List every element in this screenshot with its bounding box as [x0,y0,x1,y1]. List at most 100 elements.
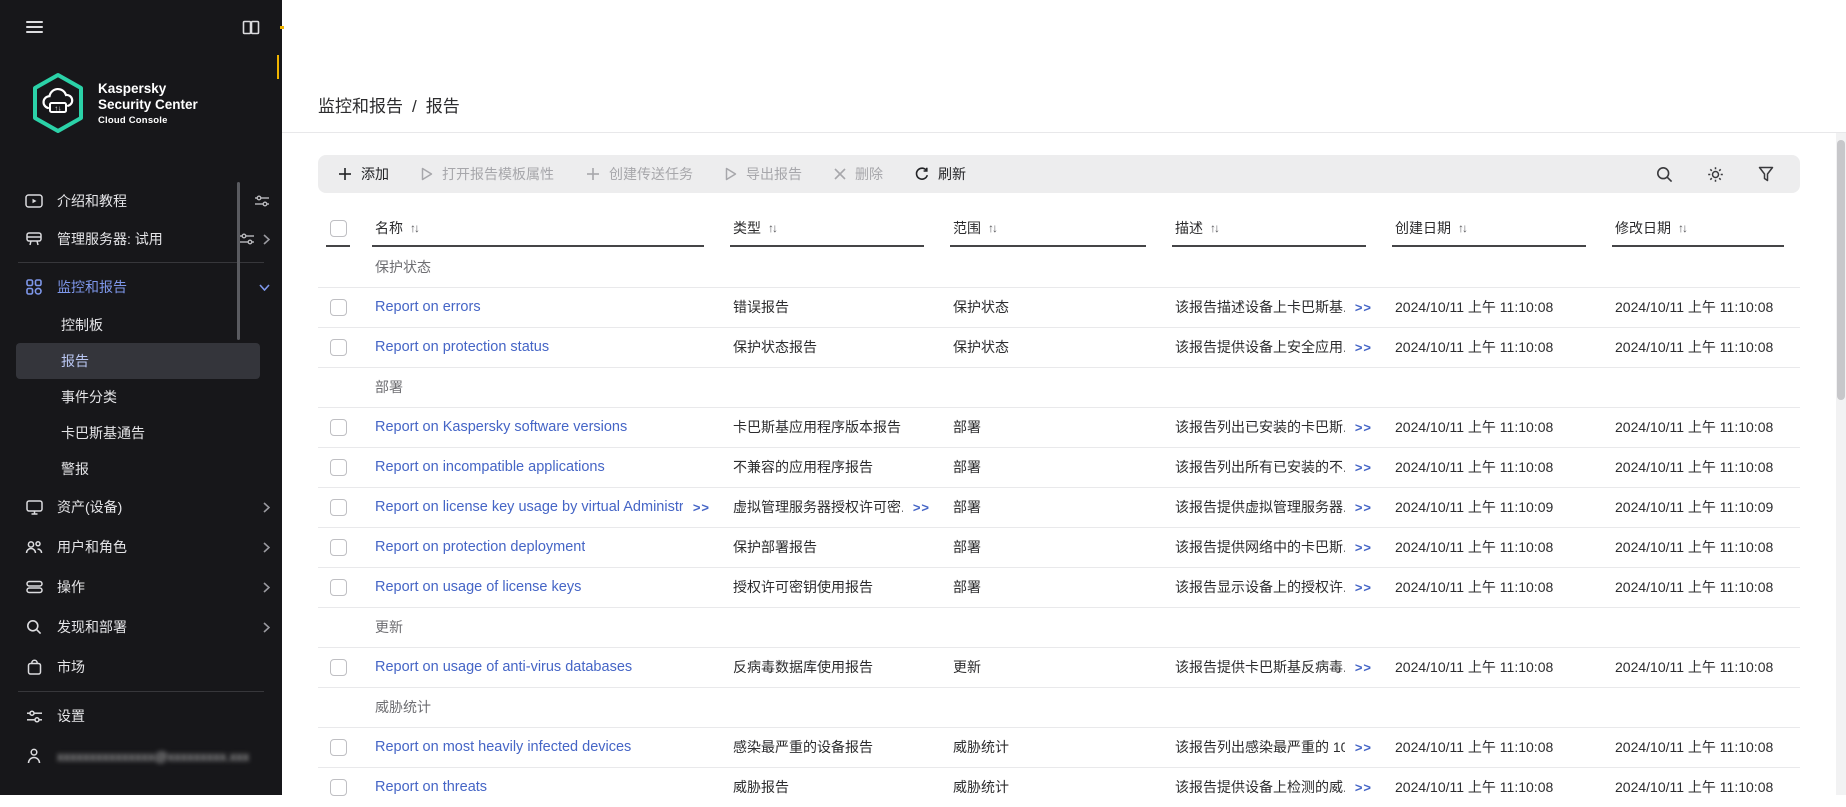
report-description: 该报告提供虚拟管理服务器... [1175,497,1345,517]
description-expand-link[interactable]: >> [1355,460,1372,475]
row-checkbox[interactable] [330,499,347,516]
report-name-link[interactable]: Report on errors [375,299,481,315]
column-header-modified[interactable]: 修改日期↑↓ [1602,209,1800,247]
table-row: Report on usage of anti-virus databases反… [318,647,1800,687]
created-date: 2024/10/11 上午 11:10:08 [1382,327,1602,367]
sliders-icon[interactable] [254,194,270,208]
created-date: 2024/10/11 上午 11:10:08 [1382,647,1602,687]
description-expand-link[interactable]: >> [1355,580,1372,595]
chevron-right-icon[interactable] [263,542,270,553]
report-scope: 威胁统计 [940,767,1162,807]
sort-icon[interactable]: ↑↓ [988,221,996,235]
chevron-down-icon[interactable] [259,284,270,291]
row-checkbox[interactable] [330,539,347,556]
report-description: 该报告描述设备上卡巴斯基... [1175,297,1345,317]
column-header-name[interactable]: 名称↑↓ [362,209,720,247]
column-header-scope[interactable]: 范围↑↓ [940,209,1162,247]
chevron-right-icon[interactable] [263,622,270,633]
sidebar-item-discovery-deployment[interactable]: 发现和部署 [0,607,282,647]
column-header-type[interactable]: 类型↑↓ [720,209,940,247]
report-scope: 部署 [940,487,1162,527]
report-name-link[interactable]: Report on Kaspersky software versions [375,419,627,435]
hamburger-menu-icon[interactable] [26,21,43,36]
column-header-description[interactable]: 描述↑↓ [1162,209,1382,247]
chevron-right-icon[interactable] [263,582,270,593]
report-name-link[interactable]: Report on incompatible applications [375,459,605,475]
search-icon[interactable] [1656,166,1673,183]
row-checkbox[interactable] [330,419,347,436]
refresh-button[interactable]: 刷新 [915,164,966,184]
report-name-link[interactable]: Report on most heavily infected devices [375,739,631,755]
sidebar-divider [18,691,264,692]
report-type: 保护部署报告 [733,537,817,557]
group-label: 保护状态 [362,247,1800,287]
column-header-created[interactable]: 创建日期↑↓ [1382,209,1602,247]
sidebar-scrollbar-thumb[interactable] [237,182,240,340]
modified-date: 2024/10/11 上午 11:10:08 [1602,567,1800,607]
report-type: 感染最严重的设备报告 [733,737,873,757]
sidebar-item-alerts[interactable]: 警报 [0,451,282,487]
table-row: Report on usage of license keys授权许可密钥使用报… [318,567,1800,607]
sidebar-item-kaspersky-announcements[interactable]: 卡巴斯基通告 [0,415,282,451]
row-checkbox[interactable] [330,659,347,676]
sort-icon[interactable]: ↑↓ [410,221,418,235]
type-expand-link[interactable]: >> [913,500,930,515]
sidebar-item-marketplace[interactable]: 市场 [0,647,282,687]
description-expand-link[interactable]: >> [1355,420,1372,435]
row-checkbox[interactable] [330,579,347,596]
row-checkbox[interactable] [330,339,347,356]
add-button[interactable]: 添加 [338,164,389,184]
row-checkbox[interactable] [330,459,347,476]
vertical-scrollbar-thumb[interactable] [1837,140,1845,400]
sort-icon[interactable]: ↑↓ [1210,221,1218,235]
sidebar-divider [18,262,264,263]
description-expand-link[interactable]: >> [1355,540,1372,555]
documentation-book-icon[interactable] [242,20,260,36]
report-name-link[interactable]: Report on protection deployment [375,539,585,555]
sidebar-item-operations[interactable]: 操作 [0,567,282,607]
modified-date: 2024/10/11 上午 11:10:08 [1602,647,1800,687]
row-checkbox[interactable] [330,739,347,756]
report-name-link[interactable]: Report on usage of anti-virus databases [375,659,632,675]
description-expand-link[interactable]: >> [1355,780,1372,795]
sidebar-item-assets-devices[interactable]: 资产(设备) [0,487,282,527]
description-expand-link[interactable]: >> [1355,740,1372,755]
report-name-link[interactable]: Report on usage of license keys [375,579,581,595]
sliders-icon[interactable] [239,232,255,246]
delete-button[interactable]: 删除 [834,164,883,184]
sort-icon[interactable]: ↑↓ [1678,221,1686,235]
kaspersky-logo[interactable]: ↑↓ Kaspersky Security Center Cloud Conso… [30,72,198,134]
create-delivery-task-button[interactable]: 创建传送任务 [586,164,693,184]
report-name-link[interactable]: Report on protection status [375,339,549,355]
sidebar-item-event-selections[interactable]: 事件分类 [0,379,282,415]
report-name-link[interactable]: Report on threats [375,779,487,795]
description-expand-link[interactable]: >> [1355,660,1372,675]
gear-icon[interactable] [1707,166,1724,183]
description-expand-link[interactable]: >> [1355,500,1372,515]
sidebar-item-reports[interactable]: 报告 [16,343,260,379]
vertical-scrollbar[interactable] [1836,133,1846,795]
report-name-link[interactable]: Report on license key usage by virtual A… [375,499,683,515]
select-all-checkbox[interactable] [330,220,347,237]
created-date: 2024/10/11 上午 11:10:09 [1382,487,1602,527]
sidebar-item-account[interactable]: xxxxxxxxxxxxxxx@xxxxxxxxx.xxx [0,736,282,776]
created-date: 2024/10/11 上午 11:10:08 [1382,767,1602,807]
row-checkbox[interactable] [330,299,347,316]
plus-icon [586,167,600,181]
table-row: Report on Kaspersky software versions卡巴斯… [318,407,1800,447]
sidebar-item-settings[interactable]: 设置 [0,696,282,736]
sidebar-item-users-roles[interactable]: 用户和角色 [0,527,282,567]
description-expand-link[interactable]: >> [1355,340,1372,355]
sort-icon[interactable]: ↑↓ [768,221,776,235]
sort-icon[interactable]: ↑↓ [1458,221,1466,235]
chevron-right-icon[interactable] [263,234,270,245]
breadcrumb-parent-link[interactable]: 监控和报告 [318,92,403,117]
chevron-right-icon[interactable] [263,502,270,513]
description-expand-link[interactable]: >> [1355,300,1372,315]
name-expand-link[interactable]: >> [693,500,710,515]
filter-icon[interactable] [1758,166,1774,182]
export-report-button[interactable]: 导出报告 [725,164,802,184]
screenshot-artifact [277,55,279,79]
open-report-template-properties-button[interactable]: 打开报告模板属性 [421,164,554,184]
row-checkbox[interactable] [330,779,347,796]
